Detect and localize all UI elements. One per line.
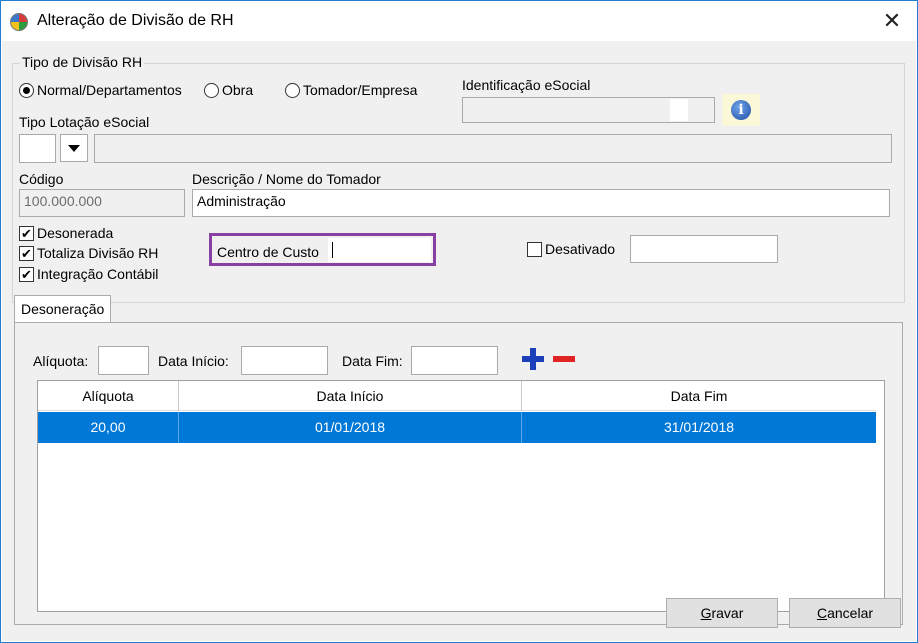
- checkbox-unchecked[interactable]: [527, 241, 542, 257]
- column-header-data-inicio[interactable]: Data Início: [179, 381, 522, 411]
- info-button[interactable]: i: [722, 94, 760, 126]
- radio-obra[interactable]: Obra: [204, 82, 253, 98]
- chevron-down-icon: [68, 144, 80, 152]
- gravar-button[interactable]: Gravar: [666, 598, 778, 628]
- centro-custo-label: Centro de Custo: [217, 244, 319, 260]
- data-inicio-filter-label: Data Início:: [158, 353, 229, 369]
- data-fim-filter-input[interactable]: [411, 346, 498, 375]
- plus-icon[interactable]: [522, 348, 544, 370]
- tipo-lotacao-code[interactable]: [19, 134, 56, 163]
- radio-label: Tomador/Empresa: [303, 82, 418, 98]
- check-totaliza-divisao[interactable]: ✔ Totaliza Divisão RH: [19, 245, 158, 261]
- cell-data-inicio: 01/01/2018: [179, 412, 522, 443]
- app-icon: [10, 13, 28, 31]
- cell-data-fim: 31/01/2018: [663, 419, 735, 435]
- radio-normal-departamentos[interactable]: Normal/Departamentos: [19, 82, 182, 98]
- codigo-label: Código: [19, 171, 64, 187]
- check-desonerada[interactable]: ✔ Desonerada: [19, 225, 113, 241]
- radio-label: Obra: [222, 82, 254, 98]
- checkbox-checked[interactable]: ✔: [19, 266, 34, 282]
- column-header-data-fim[interactable]: Data Fim: [522, 381, 876, 411]
- aliquota-filter-input[interactable]: [98, 346, 149, 375]
- check-desativado[interactable]: Desativado: [527, 241, 615, 257]
- identificacao-label: Identificação eSocial: [462, 77, 591, 93]
- centro-custo-field[interactable]: [328, 238, 431, 262]
- radio-dot-selected[interactable]: [19, 82, 34, 98]
- tipo-divisao-legend: Tipo de Divisão RH: [20, 54, 145, 70]
- cell-aliquota: 20,00: [38, 412, 179, 443]
- title-bar: Alteração de Divisão de RH ✕: [1, 1, 917, 41]
- text-cursor: [332, 242, 333, 259]
- data-fim-filter-label: Data Fim:: [342, 353, 403, 369]
- cancelar-button[interactable]: Cancelar: [789, 598, 901, 628]
- check-label: Desativado: [545, 241, 616, 257]
- dialog-window: Alteração de Divisão de RH ✕ Tipo de Div…: [0, 0, 918, 643]
- check-label: Desonerada: [37, 225, 114, 241]
- codigo-field: 100.000.000: [19, 189, 185, 217]
- radio-label: Normal/Departamentos: [37, 82, 182, 98]
- data-inicio-filter-input[interactable]: [241, 346, 328, 375]
- radio-tomador-empresa[interactable]: Tomador/Empresa: [285, 82, 417, 98]
- radio-dot[interactable]: [204, 82, 219, 98]
- gravar-mnemonic: G: [700, 605, 712, 621]
- cancelar-label-rest: ancelar: [827, 605, 874, 621]
- cancelar-mnemonic: C: [816, 605, 828, 621]
- tipo-lotacao-label: Tipo Lotação eSocial: [19, 114, 150, 130]
- gravar-label-rest: ravar: [711, 605, 744, 621]
- descricao-field[interactable]: Administração: [192, 189, 890, 217]
- table-header: Alíquota Data Início Data Fim: [38, 381, 876, 411]
- close-icon[interactable]: ✕: [877, 7, 907, 35]
- checkbox-checked[interactable]: ✔: [19, 225, 34, 241]
- aliquota-filter-label: Alíquota:: [33, 353, 89, 369]
- check-integracao-contabil[interactable]: ✔ Integração Contábil: [19, 266, 158, 282]
- table-row[interactable]: 20,00 01/01/2018 31/01/2018: [38, 412, 876, 443]
- column-header-aliquota[interactable]: Alíquota: [38, 381, 179, 411]
- radio-dot[interactable]: [285, 82, 300, 98]
- desoneracao-table: Alíquota Data Início Data Fim 20,00 01/0…: [37, 380, 885, 612]
- window-title: Alteração de Divisão de RH: [37, 12, 234, 29]
- checkbox-checked[interactable]: ✔: [19, 245, 34, 261]
- tipo-lotacao-dropdown[interactable]: [60, 134, 88, 162]
- info-icon: i: [731, 100, 751, 120]
- desativado-field[interactable]: [630, 235, 778, 263]
- tipo-lotacao-description: [94, 134, 892, 163]
- minus-icon[interactable]: [553, 356, 575, 362]
- check-label: Integração Contábil: [37, 266, 159, 282]
- descricao-label: Descrição / Nome do Tomador: [192, 171, 381, 187]
- identificacao-field-cursor-area: [670, 99, 688, 121]
- check-label: Totaliza Divisão RH: [37, 245, 159, 261]
- dialog-body: Tipo de Divisão RH Normal/Departamentos …: [2, 41, 916, 641]
- tab-desoneracao[interactable]: Desoneração: [14, 295, 112, 323]
